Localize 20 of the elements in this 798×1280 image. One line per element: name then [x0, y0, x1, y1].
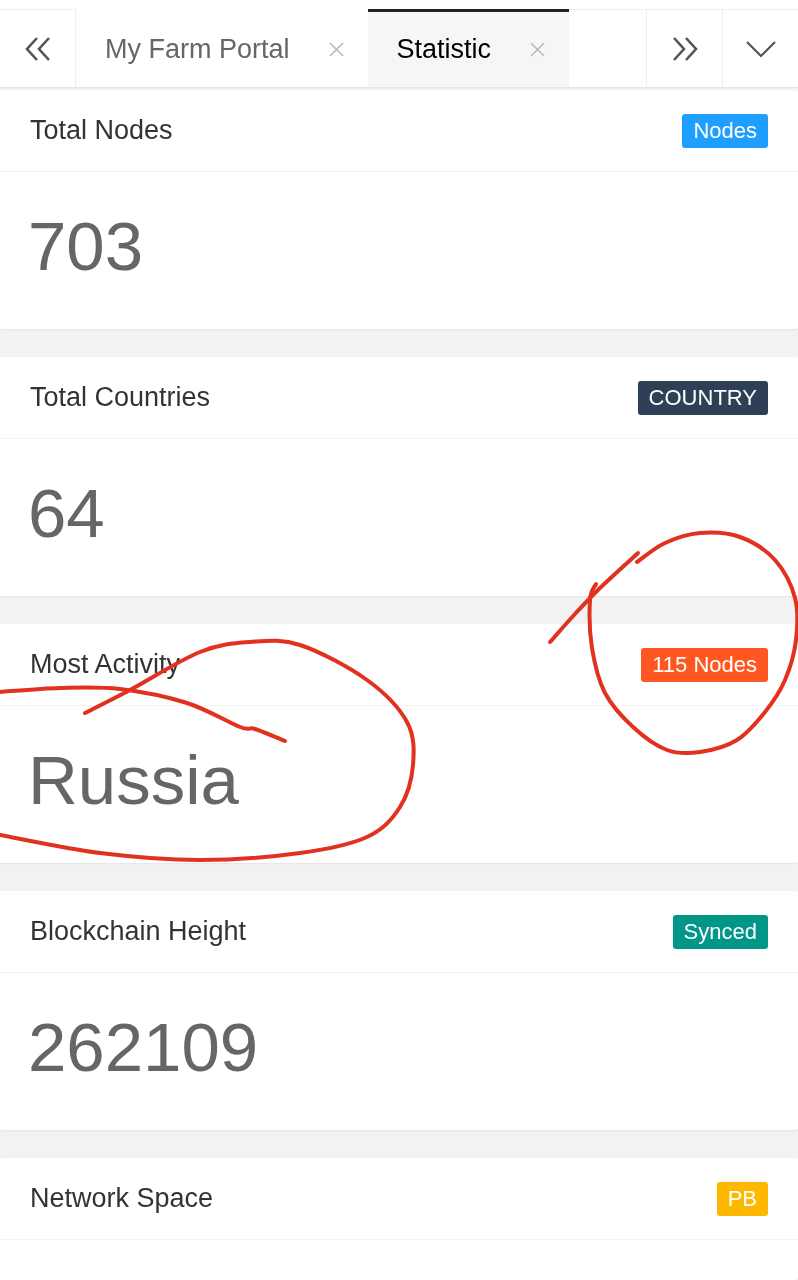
stat-value: Russia [28, 746, 239, 815]
card-badge: COUNTRY [637, 380, 768, 415]
card-title: Blockchain Height [30, 916, 247, 947]
card-title: Total Countries [30, 382, 211, 413]
stat-value: 703 [28, 212, 144, 281]
card-badge: Synced [672, 914, 768, 949]
chevron-down-icon [745, 40, 776, 57]
card-badge: PB [716, 1181, 768, 1216]
card-title: Most Activity [30, 649, 181, 680]
close-icon[interactable] [328, 42, 344, 57]
double-chevron-left-icon [24, 35, 51, 62]
stat-value: 262109 [28, 1013, 259, 1082]
double-chevron-right-icon [671, 35, 698, 62]
close-icon[interactable] [530, 42, 546, 57]
card-badge: 115 Nodes [641, 647, 768, 682]
card-title: Network Space [30, 1183, 214, 1214]
stat-value: 64 [28, 479, 105, 548]
card-badge: Nodes [682, 113, 768, 148]
card-title: Total Nodes [30, 115, 173, 146]
tab[interactable]: Statistic [367, 9, 570, 87]
